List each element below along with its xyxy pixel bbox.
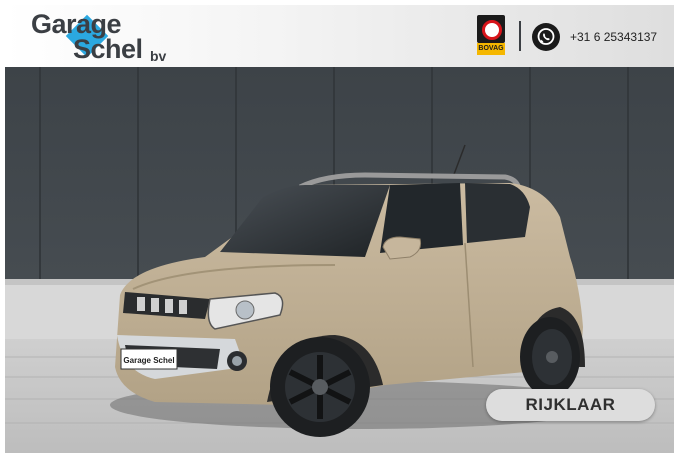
bovag-logo: BOVAG: [477, 15, 505, 55]
site-header: Garage Schel bv BOVAG +31 6 25343137: [5, 5, 674, 67]
logo-line2: Schel: [73, 34, 143, 64]
logo-suffix: bv: [150, 48, 167, 64]
bovag-emblem: [477, 15, 505, 43]
garage-schel-logo[interactable]: Garage Schel bv: [29, 9, 199, 65]
plate-text: Garage Schel: [123, 356, 174, 365]
rijklaar-badge[interactable]: RIJKLAAR: [486, 389, 655, 421]
phone-number[interactable]: +31 6 25343137: [570, 30, 657, 44]
listing-card: Garage Schel bv BOVAG +31 6 25343137 Gar…: [5, 5, 674, 453]
bovag-label: BOVAG: [477, 43, 505, 55]
header-divider: [519, 21, 521, 51]
whatsapp-icon[interactable]: [532, 23, 560, 51]
